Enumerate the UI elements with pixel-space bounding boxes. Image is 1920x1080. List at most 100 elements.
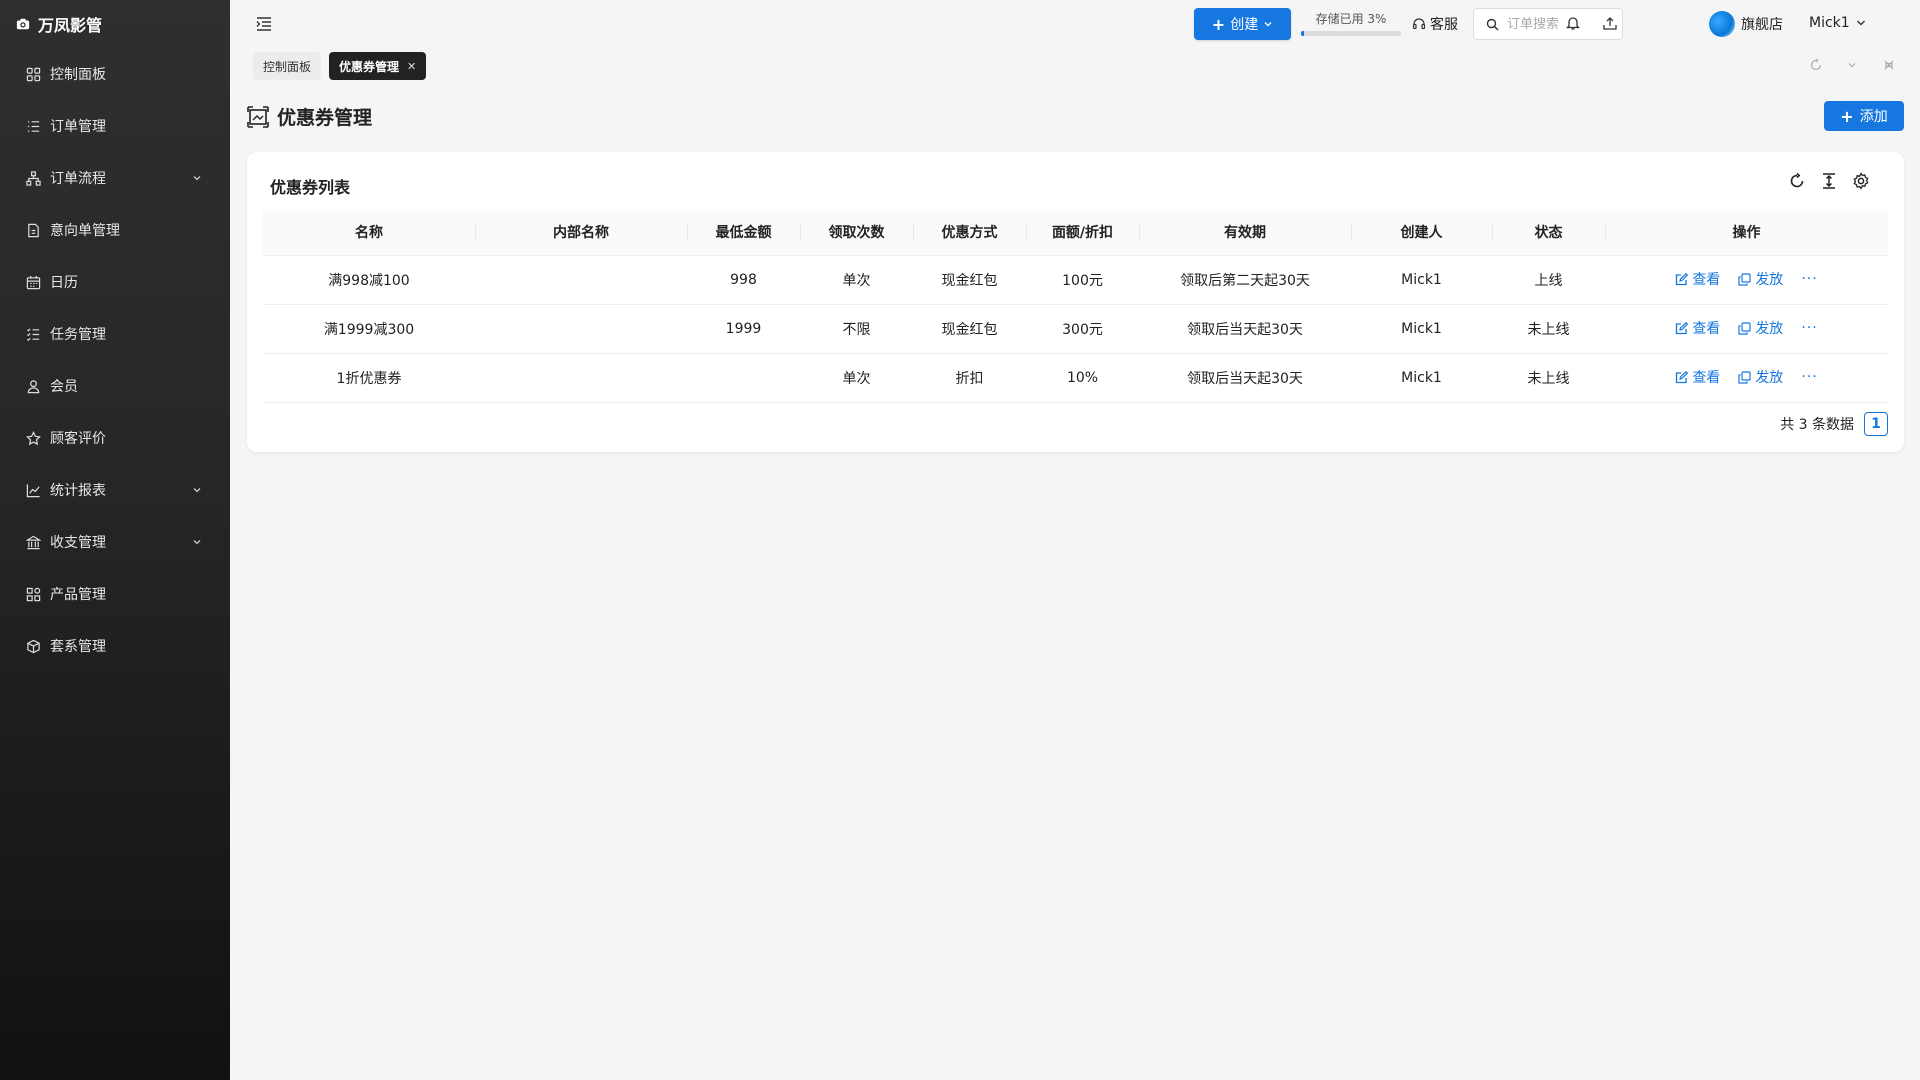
page-button[interactable]: 1 xyxy=(1864,412,1888,436)
add-label: 添加 xyxy=(1859,109,1888,125)
column-header: 面额/折扣 xyxy=(1026,209,1139,256)
more-actions[interactable]: ··· xyxy=(1801,271,1817,287)
chevron-down-icon xyxy=(193,488,201,493)
tasks-icon xyxy=(26,327,40,341)
table-cell: 单次 xyxy=(800,255,913,305)
sidebar-item[interactable]: 会员 xyxy=(0,360,230,412)
more-actions[interactable]: ··· xyxy=(1801,320,1817,336)
refresh-icon[interactable] xyxy=(1788,172,1806,190)
list-icon xyxy=(27,120,40,132)
order-search[interactable] xyxy=(1473,8,1623,40)
table-cell: 满998减100 xyxy=(263,255,475,305)
sidebar-item-label: 日历 xyxy=(50,275,78,291)
column-header: 操作 xyxy=(1605,209,1888,256)
sidebar-item[interactable]: 收支管理 xyxy=(0,516,230,568)
search-input[interactable] xyxy=(1507,16,1607,32)
tab-coupon-management[interactable]: 优惠券管理 ✕ xyxy=(329,52,427,80)
issue-link[interactable]: 发放 xyxy=(1738,318,1783,338)
table-cell: 100元 xyxy=(1026,255,1139,305)
tab-dashboard[interactable]: 控制面板 xyxy=(253,52,322,80)
dashboard-icon xyxy=(26,67,41,81)
sidebar-item-label: 产品管理 xyxy=(50,587,106,603)
table-cell xyxy=(687,353,800,403)
chevron-down-icon[interactable] xyxy=(1845,58,1859,72)
create-button[interactable]: + 创建 xyxy=(1194,8,1291,40)
sidebar-item[interactable]: 意向单管理 xyxy=(0,204,230,256)
user-menu[interactable]: Mick1 xyxy=(1809,15,1866,31)
column-header: 内部名称 xyxy=(475,209,687,256)
close-icon[interactable]: ✕ xyxy=(407,60,416,73)
sidebar-item-label: 会员 xyxy=(50,379,78,395)
document-icon xyxy=(28,223,39,237)
actions-cell: 查看 发放 ··· xyxy=(1605,255,1888,305)
table-cell: 上线 xyxy=(1492,255,1605,305)
issue-link[interactable]: 发放 xyxy=(1738,269,1783,289)
issue-label: 发放 xyxy=(1755,321,1784,338)
column-header: 领取次数 xyxy=(800,209,913,256)
table-cell: 满1999减300 xyxy=(263,304,475,354)
sidebar-item[interactable]: 日历 xyxy=(0,256,230,308)
total-count: 共 3 条数据 xyxy=(1780,417,1854,433)
sidebar-item[interactable]: 套系管理 xyxy=(0,620,230,672)
column-header: 最低金额 xyxy=(687,209,800,256)
chevron-down-icon xyxy=(193,540,201,545)
plus-icon: + xyxy=(1840,106,1854,126)
brand[interactable]: 万凤影管 xyxy=(0,0,230,48)
storage-bar xyxy=(1301,31,1401,36)
table-cell: 1999 xyxy=(687,304,800,354)
sidebar-item-label: 收支管理 xyxy=(50,535,106,551)
edit-icon xyxy=(1676,370,1689,383)
column-header: 有效期 xyxy=(1139,209,1351,256)
top-bar: + 创建 存储已用 3% 客服 旗舰店 Mick1 xyxy=(230,0,1920,48)
sidebar-item[interactable]: 统计报表 xyxy=(0,464,230,516)
sidebar-item[interactable]: 任务管理 xyxy=(0,308,230,360)
sidebar-item[interactable]: 订单流程 xyxy=(0,152,230,204)
view-link[interactable]: 查看 xyxy=(1675,269,1720,289)
column-height-icon[interactable] xyxy=(1820,172,1838,190)
view-label: 查看 xyxy=(1692,370,1721,387)
sidebar-item[interactable]: 控制面板 xyxy=(0,48,230,100)
user-icon xyxy=(27,379,40,393)
copy-icon xyxy=(1738,322,1751,335)
table-cell xyxy=(475,255,687,305)
bell-icon[interactable] xyxy=(1565,15,1581,31)
table-cell xyxy=(475,304,687,354)
store-switcher[interactable]: 旗舰店 xyxy=(1709,11,1783,37)
menu-toggle-icon[interactable] xyxy=(256,17,272,31)
refresh-icon[interactable] xyxy=(1809,58,1823,72)
store-avatar xyxy=(1709,11,1735,37)
add-button[interactable]: + 添加 xyxy=(1824,101,1904,131)
storage-bar-fill xyxy=(1301,31,1304,36)
sidebar-item-label: 任务管理 xyxy=(50,327,106,343)
view-link[interactable]: 查看 xyxy=(1675,367,1720,387)
chevron-down-icon xyxy=(1856,20,1865,26)
page-title: 优惠券管理 xyxy=(247,103,372,130)
grid-icon xyxy=(26,587,41,601)
gear-icon[interactable] xyxy=(1852,172,1870,190)
table-cell: 10% xyxy=(1026,353,1139,403)
table-cell: 未上线 xyxy=(1492,353,1605,403)
table-cell: 现金红包 xyxy=(913,255,1026,305)
table-toolbar xyxy=(1788,172,1870,190)
app-title: 万凤影管 xyxy=(38,16,103,35)
sidebar-item-label: 订单管理 xyxy=(50,119,106,135)
column-header: 名称 xyxy=(263,209,475,256)
table-cell: Mick1 xyxy=(1351,353,1492,403)
table-cell xyxy=(475,353,687,403)
customer-service-button[interactable]: 客服 xyxy=(1412,14,1458,34)
column-header: 优惠方式 xyxy=(913,209,1026,256)
card-title: 优惠券列表 xyxy=(270,178,351,197)
sidebar-item[interactable]: 订单管理 xyxy=(0,100,230,152)
view-link[interactable]: 查看 xyxy=(1675,318,1720,338)
sidebar-item-label: 套系管理 xyxy=(50,639,106,655)
table-cell: 不限 xyxy=(800,304,913,354)
sidebar-item[interactable]: 顾客评价 xyxy=(0,412,230,464)
more-actions[interactable]: ··· xyxy=(1801,369,1817,385)
table-cell: 未上线 xyxy=(1492,304,1605,354)
issue-link[interactable]: 发放 xyxy=(1738,367,1783,387)
sidebar-item-label: 订单流程 xyxy=(50,171,106,187)
upload-icon[interactable] xyxy=(1602,15,1618,31)
table-cell: Mick1 xyxy=(1351,255,1492,305)
fullscreen-icon[interactable] xyxy=(1882,58,1896,72)
sidebar-item[interactable]: 产品管理 xyxy=(0,568,230,620)
